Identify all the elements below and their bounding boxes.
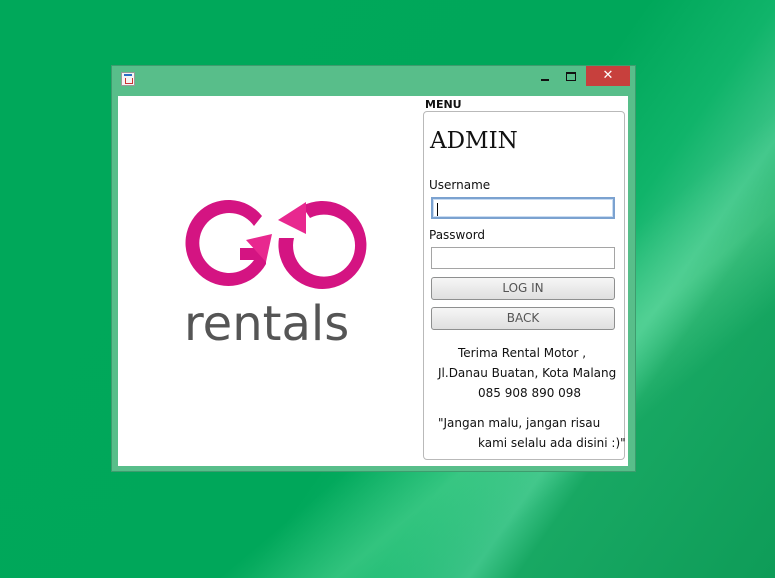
password-label: Password — [429, 228, 486, 242]
text-caret — [437, 203, 438, 216]
info-line-address: Jl.Danau Buatan, Kota Malang — [438, 366, 617, 380]
title-bar[interactable]: ✕ — [112, 66, 635, 94]
logo-o-arrow — [278, 202, 306, 234]
menu-label: MENU — [425, 98, 462, 111]
content-area: rentals MENU ADMIN Username Password LOG… — [118, 96, 628, 466]
info-line-name: Terima Rental Motor , — [458, 346, 587, 360]
back-button[interactable]: BACK — [431, 307, 615, 330]
login-button[interactable]: LOG IN — [431, 277, 615, 300]
quote-line-1: "Jangan malu, jangan risau — [438, 416, 601, 430]
panel-heading: ADMIN — [430, 128, 518, 154]
java-icon — [121, 72, 135, 86]
logo-wordmark: rentals — [184, 296, 349, 352]
close-button[interactable]: ✕ — [586, 66, 630, 86]
app-window: ✕ rentals MENU ADMIN Username Password L… — [111, 65, 636, 472]
minimize-button[interactable] — [535, 68, 555, 86]
go-rentals-logo: rentals — [184, 199, 367, 352]
admin-panel: ADMIN Username Password LOG IN BACK Teri… — [423, 111, 626, 460]
username-label: Username — [429, 178, 491, 192]
username-input[interactable] — [431, 197, 615, 219]
info-line-phone: 085 908 890 098 — [478, 386, 582, 400]
maximize-button[interactable] — [561, 68, 581, 86]
password-input[interactable] — [431, 247, 615, 269]
quote-line-2: kami selalu ada disini :)" — [478, 436, 626, 450]
